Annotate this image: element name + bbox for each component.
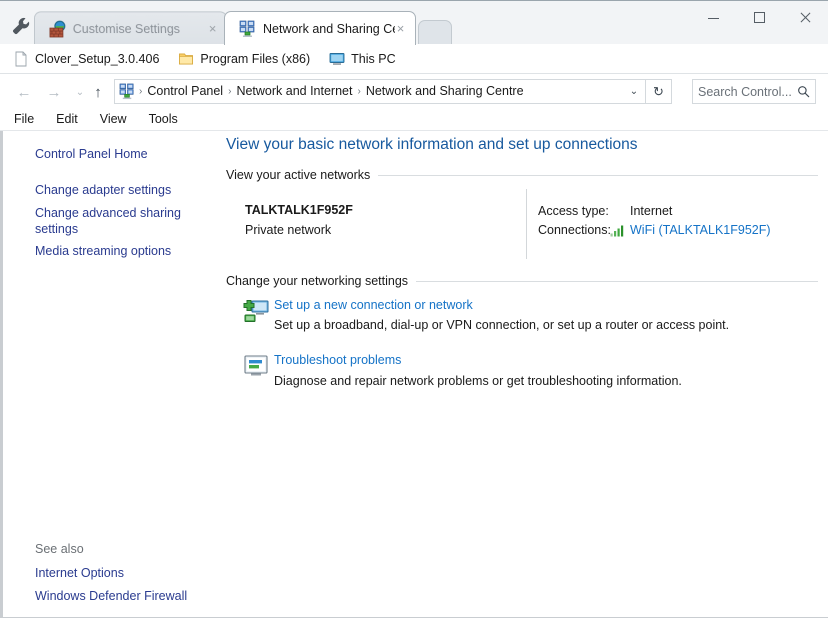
tab-network-and-sharing-centre[interactable]: Network and Sharing Centr ×	[224, 11, 416, 45]
navigation-pane: Control Panel Home Change adapter settin…	[0, 131, 218, 618]
close-button[interactable]	[782, 1, 828, 33]
main-panel: View your basic network information and …	[218, 131, 825, 618]
window-bottom-edge	[0, 617, 828, 624]
network-details-divider	[526, 189, 527, 259]
clover-file-manager-window: Customise Settings × Network and Sharing…	[0, 0, 828, 624]
customise-settings-icon	[49, 20, 66, 38]
network-type: Private network	[245, 223, 332, 237]
search-input[interactable]: Search Control...	[698, 85, 797, 99]
breadcrumb-control-panel[interactable]: Control Panel	[143, 80, 227, 103]
section-rule	[416, 280, 818, 282]
sidebar-item-change-adapter-settings[interactable]: Change adapter settings	[35, 182, 207, 198]
forward-button[interactable]: →	[42, 80, 66, 104]
breadcrumb-network-and-internet[interactable]: Network and Internet	[232, 80, 356, 103]
network-sharing-icon	[239, 20, 255, 37]
minimize-icon	[707, 12, 719, 23]
section-rule	[378, 174, 818, 176]
menu-edit[interactable]: Edit	[56, 110, 88, 128]
link-troubleshoot-problems[interactable]: Troubleshoot problems	[274, 353, 401, 367]
breadcrumb-network-and-sharing-centre[interactable]: Network and Sharing Centre	[362, 80, 528, 103]
section-label: Change your networking settings	[226, 274, 409, 288]
tab-customise-settings[interactable]: Customise Settings ×	[34, 11, 229, 45]
sidebar-item-internet-options[interactable]: Internet Options	[35, 566, 124, 580]
troubleshoot-icon	[244, 355, 268, 376]
tab-label: Customise Settings	[72, 22, 181, 37]
connection-link-wifi[interactable]: WiFi (TALKTALK1F952F)	[630, 223, 771, 237]
section-view-active-networks: View your active networks	[226, 167, 818, 183]
page-title: View your basic network information and …	[226, 136, 638, 153]
see-also-title: See also	[35, 542, 84, 556]
wrench-icon[interactable]	[8, 13, 34, 39]
minimize-button[interactable]	[690, 1, 736, 33]
bookmark-bar: Clover_Setup_3.0.406 Program Files (x86)…	[0, 44, 828, 74]
chevron-down-icon[interactable]: ⌄	[623, 80, 645, 103]
bookmark-item-program-files[interactable]: Program Files (x86)	[175, 48, 318, 70]
window-caption-buttons	[690, 1, 828, 45]
menu-bar: File Edit View Tools	[0, 108, 828, 130]
sidebar-item-windows-defender-firewall[interactable]: Windows Defender Firewall	[35, 589, 187, 603]
close-icon	[800, 12, 811, 23]
section-change-networking-settings: Change your networking settings	[226, 273, 818, 289]
description-set-up-new-connection: Set up a broadband, dial-up or VPN conne…	[274, 318, 730, 332]
access-type-value: Internet	[630, 204, 673, 218]
sidebar-item-media-streaming-options[interactable]: Media streaming options	[35, 243, 207, 259]
description-troubleshoot-problems: Diagnose and repair network problems or …	[274, 374, 682, 388]
folder-icon	[179, 53, 194, 64]
tab-strip: Customise Settings × Network and Sharing…	[0, 0, 828, 46]
new-connection-icon	[243, 300, 269, 322]
maximize-icon	[753, 11, 765, 23]
maximize-button[interactable]	[736, 1, 782, 33]
section-label: View your active networks	[226, 168, 371, 182]
bookmark-item-this-pc[interactable]: This PC	[326, 48, 403, 70]
new-tab-button[interactable]	[418, 20, 452, 46]
network-name: TALKTALK1F952F	[245, 203, 353, 217]
tab-label: Network and Sharing Centr	[263, 22, 395, 36]
back-button[interactable]: ←	[12, 80, 36, 104]
sidebar-item-control-panel-home[interactable]: Control Panel Home	[35, 146, 207, 162]
bookmark-label: Clover_Setup_3.0.406	[35, 51, 160, 66]
tab-close-icon[interactable]: ×	[393, 21, 408, 36]
up-button[interactable]: ↑	[86, 80, 110, 104]
refresh-icon[interactable]: ↻	[645, 80, 671, 103]
network-sharing-icon	[119, 83, 134, 100]
tab-close-icon[interactable]: ×	[205, 21, 221, 36]
bookmark-item-clover-setup[interactable]: Clover_Setup_3.0.406	[10, 48, 167, 70]
wifi-signal-icon	[610, 225, 624, 237]
bookmark-label: This PC	[351, 51, 396, 66]
address-bar: ← → ⌄ ↑ › Control Panel › Network and In…	[0, 75, 828, 108]
content-area: Control Panel Home Change adapter settin…	[0, 130, 828, 618]
access-type-label: Access type:	[538, 204, 609, 218]
menu-view[interactable]: View	[100, 110, 137, 128]
connections-label: Connections:	[538, 223, 611, 237]
search-icon	[798, 86, 810, 98]
sidebar-item-change-advanced-sharing-settings[interactable]: Change advanced sharing settings	[35, 205, 207, 237]
menu-file[interactable]: File	[14, 110, 44, 128]
link-set-up-new-connection[interactable]: Set up a new connection or network	[274, 298, 473, 312]
file-icon	[15, 51, 27, 66]
search-box[interactable]: Search Control...	[692, 79, 816, 104]
breadcrumb-bar[interactable]: › Control Panel › Network and Internet ›…	[114, 79, 672, 104]
this-pc-icon	[329, 52, 345, 65]
menu-tools[interactable]: Tools	[149, 110, 188, 128]
bookmark-label: Program Files (x86)	[200, 51, 311, 66]
